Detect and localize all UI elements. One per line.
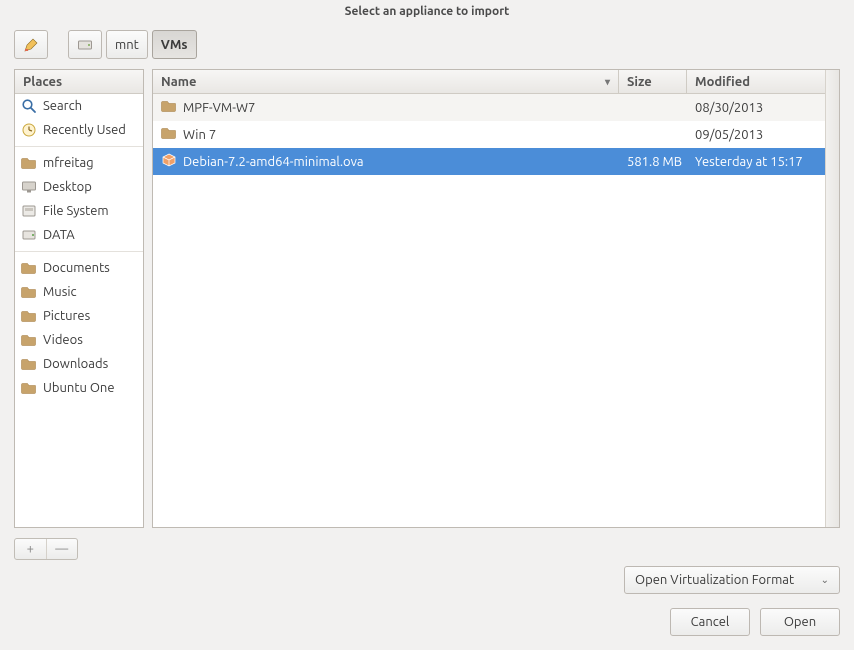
places-panel: Places Search Recently Used mfreitag Deskto…: [14, 69, 144, 528]
chevron-down-icon: ⌄: [821, 574, 829, 586]
folder-icon: [161, 125, 177, 144]
place-label: Documents: [43, 261, 110, 275]
drive-icon: [77, 37, 93, 53]
folder-icon: [21, 155, 37, 171]
place-music[interactable]: Music: [15, 280, 143, 304]
folder-icon: [21, 284, 37, 300]
folder-icon: [161, 98, 177, 117]
files-scrollbar[interactable]: [825, 70, 839, 527]
column-size-label: Size: [627, 75, 652, 89]
place-label: Pictures: [43, 309, 90, 323]
place-desktop[interactable]: Desktop: [15, 175, 143, 199]
cancel-button[interactable]: Cancel: [670, 608, 750, 636]
dialog-content: Places Search Recently Used mfreitag Deskto…: [0, 63, 854, 534]
search-icon: [21, 98, 37, 114]
dialog-actions: Cancel Open: [0, 594, 854, 650]
place-documents[interactable]: Documents: [15, 256, 143, 280]
path-root-drive[interactable]: [68, 30, 102, 59]
files-panel: Name ▾ Size Modified MPF-VM-W7 08/30/2013…: [152, 69, 840, 528]
folder-icon: [21, 356, 37, 372]
column-modified-label: Modified: [695, 75, 750, 89]
place-label: Ubuntu One: [43, 381, 115, 395]
file-type-filter[interactable]: Open Virtualization Format ⌄: [624, 566, 840, 594]
file-row[interactable]: Debian-7.2-amd64-minimal.ova 581.8 MBYest…: [153, 148, 825, 175]
file-modified: 08/30/2013: [687, 101, 825, 115]
filter-row: Open Virtualization Format ⌄: [0, 560, 854, 594]
places-header: Places: [15, 70, 143, 94]
place-pictures[interactable]: Pictures: [15, 304, 143, 328]
file-row[interactable]: Win 7 09/05/2013: [153, 121, 825, 148]
place-label: Desktop: [43, 180, 92, 194]
file-name-cell: Debian-7.2-amd64-minimal.ova: [153, 152, 619, 171]
edit-path-button[interactable]: [14, 30, 48, 59]
file-modified: Yesterday at 15:17: [687, 155, 825, 169]
column-name[interactable]: Name ▾: [153, 70, 619, 93]
place-data[interactable]: DATA: [15, 223, 143, 247]
place-home[interactable]: mfreitag: [15, 151, 143, 175]
places-list: Search Recently Used mfreitag Desktop File S…: [15, 94, 143, 527]
file-name: Win 7: [183, 128, 216, 142]
place-search[interactable]: Search: [15, 94, 143, 118]
file-header: Name ▾ Size Modified: [153, 70, 825, 94]
sort-indicator-icon: ▾: [605, 76, 610, 88]
place-ubuntuone[interactable]: Ubuntu One: [15, 376, 143, 400]
path-vms[interactable]: VMs: [152, 30, 197, 59]
file-list: MPF-VM-W7 08/30/2013 Win 7 09/05/2013 Debian…: [153, 94, 825, 527]
path-mnt[interactable]: mnt: [106, 30, 148, 59]
place-label: Recently Used: [43, 123, 126, 137]
place-fs[interactable]: File System: [15, 199, 143, 223]
file-modified: 09/05/2013: [687, 128, 825, 142]
desktop-icon: [21, 179, 37, 195]
file-size: 581.8 MB: [619, 155, 687, 169]
column-name-label: Name: [161, 75, 196, 89]
file-name-cell: Win 7: [153, 125, 619, 144]
import-appliance-dialog: Select an appliance to import mnt VMs Pl…: [0, 0, 854, 650]
open-button[interactable]: Open: [760, 608, 840, 636]
place-label: DATA: [43, 228, 75, 242]
place-label: Search: [43, 99, 82, 113]
file-type-filter-label: Open Virtualization Format: [635, 573, 794, 587]
places-actions: + —: [0, 534, 854, 560]
places-separator: [15, 146, 143, 147]
places-separator: [15, 251, 143, 252]
pencil-icon: [23, 37, 39, 53]
place-label: Downloads: [43, 357, 108, 371]
place-label: Videos: [43, 333, 83, 347]
add-bookmark-button[interactable]: +: [15, 539, 46, 559]
folder-icon: [21, 380, 37, 396]
clock-icon: [21, 122, 37, 138]
file-row[interactable]: MPF-VM-W7 08/30/2013: [153, 94, 825, 121]
folder-icon: [21, 332, 37, 348]
add-remove-group: + —: [14, 538, 78, 560]
place-label: Music: [43, 285, 77, 299]
file-name: Debian-7.2-amd64-minimal.ova: [183, 155, 364, 169]
disk-icon: [21, 203, 37, 219]
files-scroll: Name ▾ Size Modified MPF-VM-W7 08/30/2013…: [153, 70, 825, 527]
window-title: Select an appliance to import: [0, 0, 854, 24]
folder-icon: [21, 308, 37, 324]
place-label: mfreitag: [43, 156, 94, 170]
remove-bookmark-button[interactable]: —: [46, 539, 78, 559]
file-name-cell: MPF-VM-W7: [153, 98, 619, 117]
file-name: MPF-VM-W7: [183, 101, 255, 115]
folder-icon: [21, 260, 37, 276]
place-downloads[interactable]: Downloads: [15, 352, 143, 376]
hdd-icon: [21, 227, 37, 243]
column-size[interactable]: Size: [619, 70, 687, 93]
place-videos[interactable]: Videos: [15, 328, 143, 352]
place-label: File System: [43, 204, 109, 218]
package-icon: [161, 152, 177, 171]
place-recent[interactable]: Recently Used: [15, 118, 143, 142]
column-modified[interactable]: Modified: [687, 70, 825, 93]
path-toolbar: mnt VMs: [0, 24, 854, 63]
